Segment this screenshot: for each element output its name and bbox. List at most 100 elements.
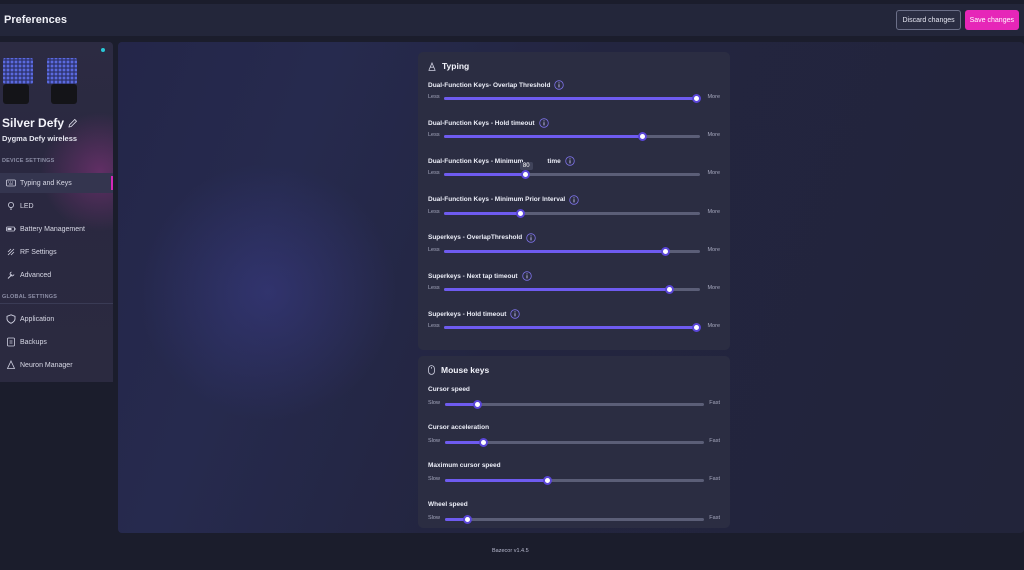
slider-track[interactable] — [444, 208, 700, 218]
slider-track[interactable] — [444, 94, 701, 103]
typing-setting: Superkeys - OverlapThreshold Less More — [428, 233, 720, 267]
info-icon[interactable] — [554, 80, 565, 90]
top-bar: Preferences Discard changes Save changes — [0, 4, 1024, 36]
sidebar-item-label: Backups — [20, 338, 47, 346]
slider-track[interactable] — [445, 438, 704, 448]
backup-icon — [7, 337, 15, 347]
slider-thumb[interactable] — [478, 438, 488, 448]
setting-label: Dual-Function Keys - Minimum time — [428, 156, 575, 167]
mouse-icon — [428, 365, 435, 375]
battery-icon — [6, 226, 16, 232]
typing-title-text: Typing — [442, 61, 470, 71]
slider-thumb[interactable] — [660, 246, 670, 256]
slider-fill — [444, 173, 526, 177]
slider-thumb[interactable] — [472, 400, 482, 409]
setting-label: Dual-Function Keys - Minimum Prior Inter… — [428, 194, 579, 205]
setting-label: Superkeys - OverlapThreshold — [428, 233, 536, 243]
slider-min-label: Less — [428, 246, 440, 253]
page-title: Preferences — [4, 14, 67, 26]
setting-label-text: Superkeys - OverlapThreshold — [428, 234, 523, 242]
connection-status-dot — [101, 48, 105, 52]
discard-changes-button[interactable]: Discard changes — [896, 10, 961, 30]
slider-max-label: More — [707, 285, 720, 291]
slider-min-label: Less — [428, 170, 440, 177]
sidebar-item-led[interactable]: LED — [0, 196, 113, 216]
bulb-icon — [8, 202, 14, 210]
info-icon[interactable] — [538, 118, 549, 128]
slider-track[interactable] — [444, 323, 701, 333]
setting-label: Cursor acceleration — [428, 424, 489, 431]
slider-track[interactable] — [445, 514, 704, 524]
slider-thumb[interactable] — [664, 285, 674, 294]
slider-max-label: Fast — [709, 514, 720, 521]
slider-max-label: More — [707, 323, 720, 330]
setting-label: Dual-Function Keys - Hold timeout — [428, 118, 549, 128]
sidebar-item-battery-management[interactable]: Battery Management — [0, 219, 113, 239]
slider-fill — [444, 249, 666, 253]
slider-track[interactable] — [444, 246, 700, 256]
setting-label: Superkeys - Hold timeout — [428, 309, 521, 319]
slider-value-tooltip: 80 — [519, 162, 533, 171]
slider-max-label: Fast — [709, 400, 720, 406]
typing-card-title: Typing — [428, 61, 469, 71]
sidebar-item-advanced[interactable]: Advanced — [0, 265, 113, 285]
slider-min-label: Slow — [428, 400, 440, 406]
slider-fill — [445, 441, 484, 445]
slider-track[interactable] — [444, 132, 700, 142]
slider-track[interactable] — [445, 400, 704, 409]
typing-setting: Dual-Function Keys- Overlap Threshold Les… — [428, 80, 720, 114]
slider-max-label: More — [707, 94, 720, 100]
header-actions: Discard changes Save changes — [896, 10, 1019, 30]
sidebar-item-backups[interactable]: Backups — [0, 332, 113, 352]
slider-min-label: Less — [428, 208, 440, 215]
slider-thumb[interactable] — [516, 208, 526, 218]
setting-label-text: Superkeys - Hold timeout — [428, 310, 507, 318]
setting-label-suffix: time — [547, 157, 561, 165]
typing-setting: Dual-Function Keys - Minimum Prior Inter… — [428, 194, 720, 229]
slider-thumb[interactable] — [542, 476, 552, 486]
sidebar-item-label: Advanced — [20, 271, 52, 279]
sidebar-item-rf-settings[interactable]: RF Settings — [0, 242, 113, 262]
slider-thumb[interactable] — [637, 132, 647, 142]
setting-label-text: Dual-Function Keys - Minimum Prior Inter… — [428, 196, 566, 204]
slider-thumb[interactable] — [691, 323, 701, 333]
typing-setting: Superkeys - Next tap timeout Less More — [428, 271, 720, 305]
typing-setting: Dual-Function Keys - Minimum time 80 Less Mo… — [428, 156, 720, 190]
slider-thumb[interactable] — [521, 170, 531, 180]
slider-thumb[interactable] — [691, 94, 701, 103]
setting-label-text: Wheel speed — [428, 500, 468, 508]
setting-label: Superkeys - Next tap timeout — [428, 271, 532, 281]
mouse-card-title: Mouse keys — [428, 365, 489, 375]
main-panel: Typing Dual-Function Keys- Overlap Thres… — [118, 42, 1024, 533]
sidebar-item-application[interactable]: Application — [0, 309, 113, 329]
rf-icon — [7, 248, 15, 256]
slider-thumb[interactable] — [462, 514, 472, 524]
info-icon[interactable] — [510, 309, 521, 319]
save-changes-button[interactable]: Save changes — [964, 10, 1019, 30]
slider-fill — [444, 288, 670, 291]
slider-track[interactable] — [444, 170, 700, 180]
slider-min-label: Less — [428, 323, 440, 330]
info-icon[interactable] — [565, 156, 575, 167]
sidebar-item-label: Battery Management — [20, 225, 85, 233]
typing-setting: Superkeys - Hold timeout Less More — [428, 309, 720, 343]
sidebar: Silver Defy Dygma Defy wireless DEVICE S… — [0, 42, 113, 382]
mouse-setting: Cursor acceleration Slow Fast — [428, 424, 720, 458]
setting-label-text: Dual-Function Keys- Overlap Threshold — [428, 81, 551, 89]
typing-icon — [428, 61, 436, 71]
sidebar-divider — [0, 303, 113, 304]
sidebar-item-neuron-manager[interactable]: Neuron Manager — [0, 355, 113, 375]
info-icon[interactable] — [521, 271, 532, 281]
info-icon[interactable] — [526, 233, 536, 243]
slider-fill — [444, 135, 643, 139]
slider-min-label: Slow — [428, 438, 440, 445]
info-icon[interactable] — [569, 194, 579, 205]
slider-track[interactable] — [445, 476, 704, 486]
mouse-setting: Maximum cursor speed Slow Fast — [428, 462, 720, 496]
slider-track[interactable] — [444, 285, 700, 294]
sidebar-item-typing-and-keys[interactable]: Typing and Keys — [0, 173, 113, 193]
neuron-icon — [6, 360, 16, 369]
edit-pencil-icon[interactable] — [68, 118, 78, 128]
sidebar-item-label: Neuron Manager — [20, 361, 73, 369]
mouse-keys-card: Mouse keys Cursor speed Slow Fast Cursor ac… — [418, 356, 730, 528]
